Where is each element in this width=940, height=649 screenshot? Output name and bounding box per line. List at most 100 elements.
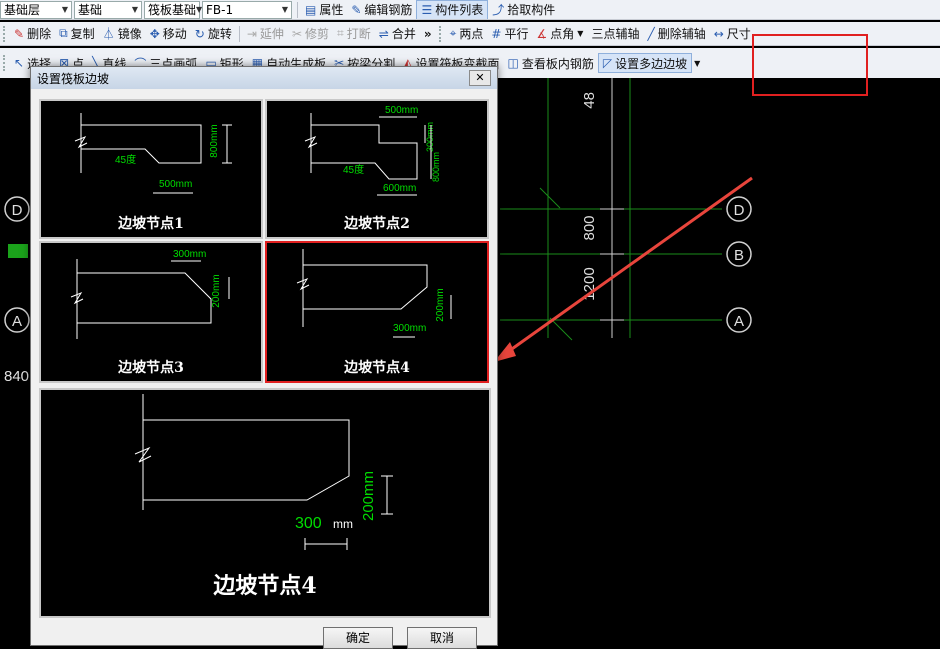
cursor-icon: ↖	[14, 56, 25, 70]
pick-component-button[interactable]: ⤴ 拾取构件	[488, 0, 559, 19]
left-axis-label-a: A	[12, 313, 22, 330]
delete-button[interactable]: ✎ 删除	[10, 24, 55, 44]
extend-label: 延伸	[259, 27, 284, 41]
toolbar-grip	[3, 25, 7, 42]
pencil-icon: ✎	[351, 2, 362, 17]
dimension-text-1200: 1200	[581, 267, 598, 300]
three-point-axis-button[interactable]: 三点辅轴	[587, 24, 643, 44]
two-point-label: 两点	[459, 27, 484, 41]
two-point-button[interactable]: ⌖ 两点	[446, 24, 488, 44]
left-dimension-text: 840	[4, 368, 29, 385]
slope-outline	[303, 264, 428, 310]
slope-node-2-option[interactable]: 500mm 300mm 45度 600mm 800mm 边坡节点2	[265, 99, 489, 239]
parallel-button[interactable]: # 平行	[487, 24, 532, 44]
highlight-callout-box	[752, 34, 868, 96]
cancel-label: 取消	[429, 631, 454, 645]
label-width: 300mm	[173, 249, 206, 260]
set-multi-slope-button[interactable]: ◸ 设置多边边坡	[597, 53, 693, 73]
slope-node-2-caption: 边坡节点2	[344, 216, 410, 232]
label-width: 300mm	[393, 323, 426, 334]
floor-select[interactable]: 基础层 ▼	[0, 0, 72, 19]
trim-button[interactable]: ✂ 修剪	[288, 24, 333, 44]
slope-node-4-option[interactable]: 200mm 300mm 边坡节点4	[265, 241, 489, 383]
properties-icon: ▤	[305, 2, 317, 17]
label-height: 200mm	[435, 288, 446, 321]
floor-value: 基础层	[4, 3, 41, 17]
view-icon: ◫	[507, 56, 519, 70]
category-select[interactable]: 基础 ▼	[74, 0, 142, 19]
chevron-down-icon: ▼	[131, 5, 138, 14]
cancel-button[interactable]: 取消	[407, 627, 477, 649]
left-axis-label-d: D	[12, 202, 23, 219]
parallel-label: 平行	[504, 27, 529, 41]
chevron-down-icon: ▼	[694, 58, 701, 68]
move-label: 移动	[162, 27, 187, 41]
properties-button[interactable]: ▤ 属性	[301, 0, 347, 19]
move-icon: ✥	[149, 26, 160, 41]
delete-axis-label: 删除辅轴	[657, 27, 706, 41]
list-icon: ☰	[421, 2, 433, 17]
axis-label-d: D	[734, 202, 745, 219]
delete-axis-button[interactable]: ╱ 删除辅轴	[643, 24, 709, 44]
multi-slope-dropdown[interactable]: ▼	[692, 53, 702, 73]
set-multi-slope-label: 设置多边边坡	[615, 56, 688, 71]
separator	[297, 1, 298, 18]
green-marker	[8, 244, 28, 258]
set-slope-dialog: 设置筏板边坡 ✕ 45度 500mm 800mm 边坡节点1 500mm 300…	[30, 66, 498, 649]
chevron-down-icon: ▼	[577, 29, 584, 38]
two-point-icon: ⌖	[449, 26, 457, 40]
point-angle-button[interactable]: ∡ 点角 ▼	[533, 24, 588, 44]
element-select[interactable]: FB-1 ▼	[202, 0, 292, 19]
break-button[interactable]: ⌗ 打断	[333, 24, 375, 44]
overflow-label: »	[423, 26, 432, 41]
label-bottom-width: 600mm	[383, 183, 416, 194]
merge-icon: ⇌	[378, 26, 389, 41]
view-rebar-label: 查看板内钢筋	[521, 56, 594, 71]
point-angle-icon: ∡	[536, 26, 548, 41]
view-rebar-button[interactable]: ◫ 查看板内钢筋	[503, 53, 597, 73]
annotation-arrow-line	[501, 176, 753, 358]
move-button[interactable]: ✥ 移动	[146, 24, 191, 44]
slope-outline	[143, 419, 350, 501]
slope-node-3-option[interactable]: 300mm 200mm 边坡节点3	[39, 241, 263, 383]
mirror-button[interactable]: ⏃ 镜像	[99, 24, 146, 44]
type-select[interactable]: 筏板基础 ▼	[144, 0, 202, 19]
dimension-button[interactable]: ↔ 尺寸	[710, 24, 755, 44]
dialog-title: 设置筏板边坡	[37, 71, 110, 86]
slope-outline	[77, 272, 212, 324]
ok-label: 确定	[345, 631, 370, 645]
slope-node-1-option[interactable]: 45度 500mm 800mm 边坡节点1	[39, 99, 263, 239]
copy-label: 复制	[70, 27, 95, 41]
rotate-label: 旋转	[207, 27, 232, 41]
label-angle: 45度	[343, 163, 364, 176]
dialog-close-button[interactable]: ✕	[469, 70, 491, 86]
component-list-label: 构件列表	[435, 3, 484, 17]
pick-icon: ⤴	[492, 3, 505, 17]
axis-label-a: A	[734, 313, 744, 330]
rotate-button[interactable]: ↻ 旋转	[191, 24, 236, 44]
toolbar-overflow-button[interactable]: »	[420, 24, 436, 44]
preview-label-width-value: 300	[295, 515, 322, 532]
component-list-button[interactable]: ☰ 构件列表	[416, 0, 489, 19]
merge-label: 合并	[391, 27, 416, 41]
trim-label: 修剪	[305, 27, 330, 41]
three-point-axis-label: 三点辅轴	[591, 27, 640, 41]
mirror-icon: ⏃	[102, 27, 115, 41]
dimension-icon: ↔	[713, 26, 724, 41]
extend-button[interactable]: ⇥ 延伸	[243, 24, 288, 44]
slope-node-1-caption: 边坡节点1	[118, 216, 184, 232]
dimension-label: 尺寸	[726, 27, 751, 41]
copy-icon: ⧉	[59, 26, 68, 40]
toolbar-grip	[438, 25, 443, 42]
mirror-label: 镜像	[117, 27, 142, 41]
dimension-text-48: 48	[581, 92, 598, 109]
copy-button[interactable]: ⧉ 复制	[55, 24, 99, 44]
edit-rebar-button[interactable]: ✎ 编辑钢筋	[347, 0, 416, 19]
dialog-titlebar: 设置筏板边坡 ✕	[31, 67, 497, 89]
rotate-icon: ↻	[194, 26, 205, 41]
close-icon: ✕	[475, 71, 485, 84]
merge-button[interactable]: ⇌ 合并	[375, 24, 420, 44]
ok-button[interactable]: 确定	[323, 627, 393, 649]
label-height: 200mm	[211, 274, 222, 307]
properties-label: 属性	[319, 3, 344, 17]
